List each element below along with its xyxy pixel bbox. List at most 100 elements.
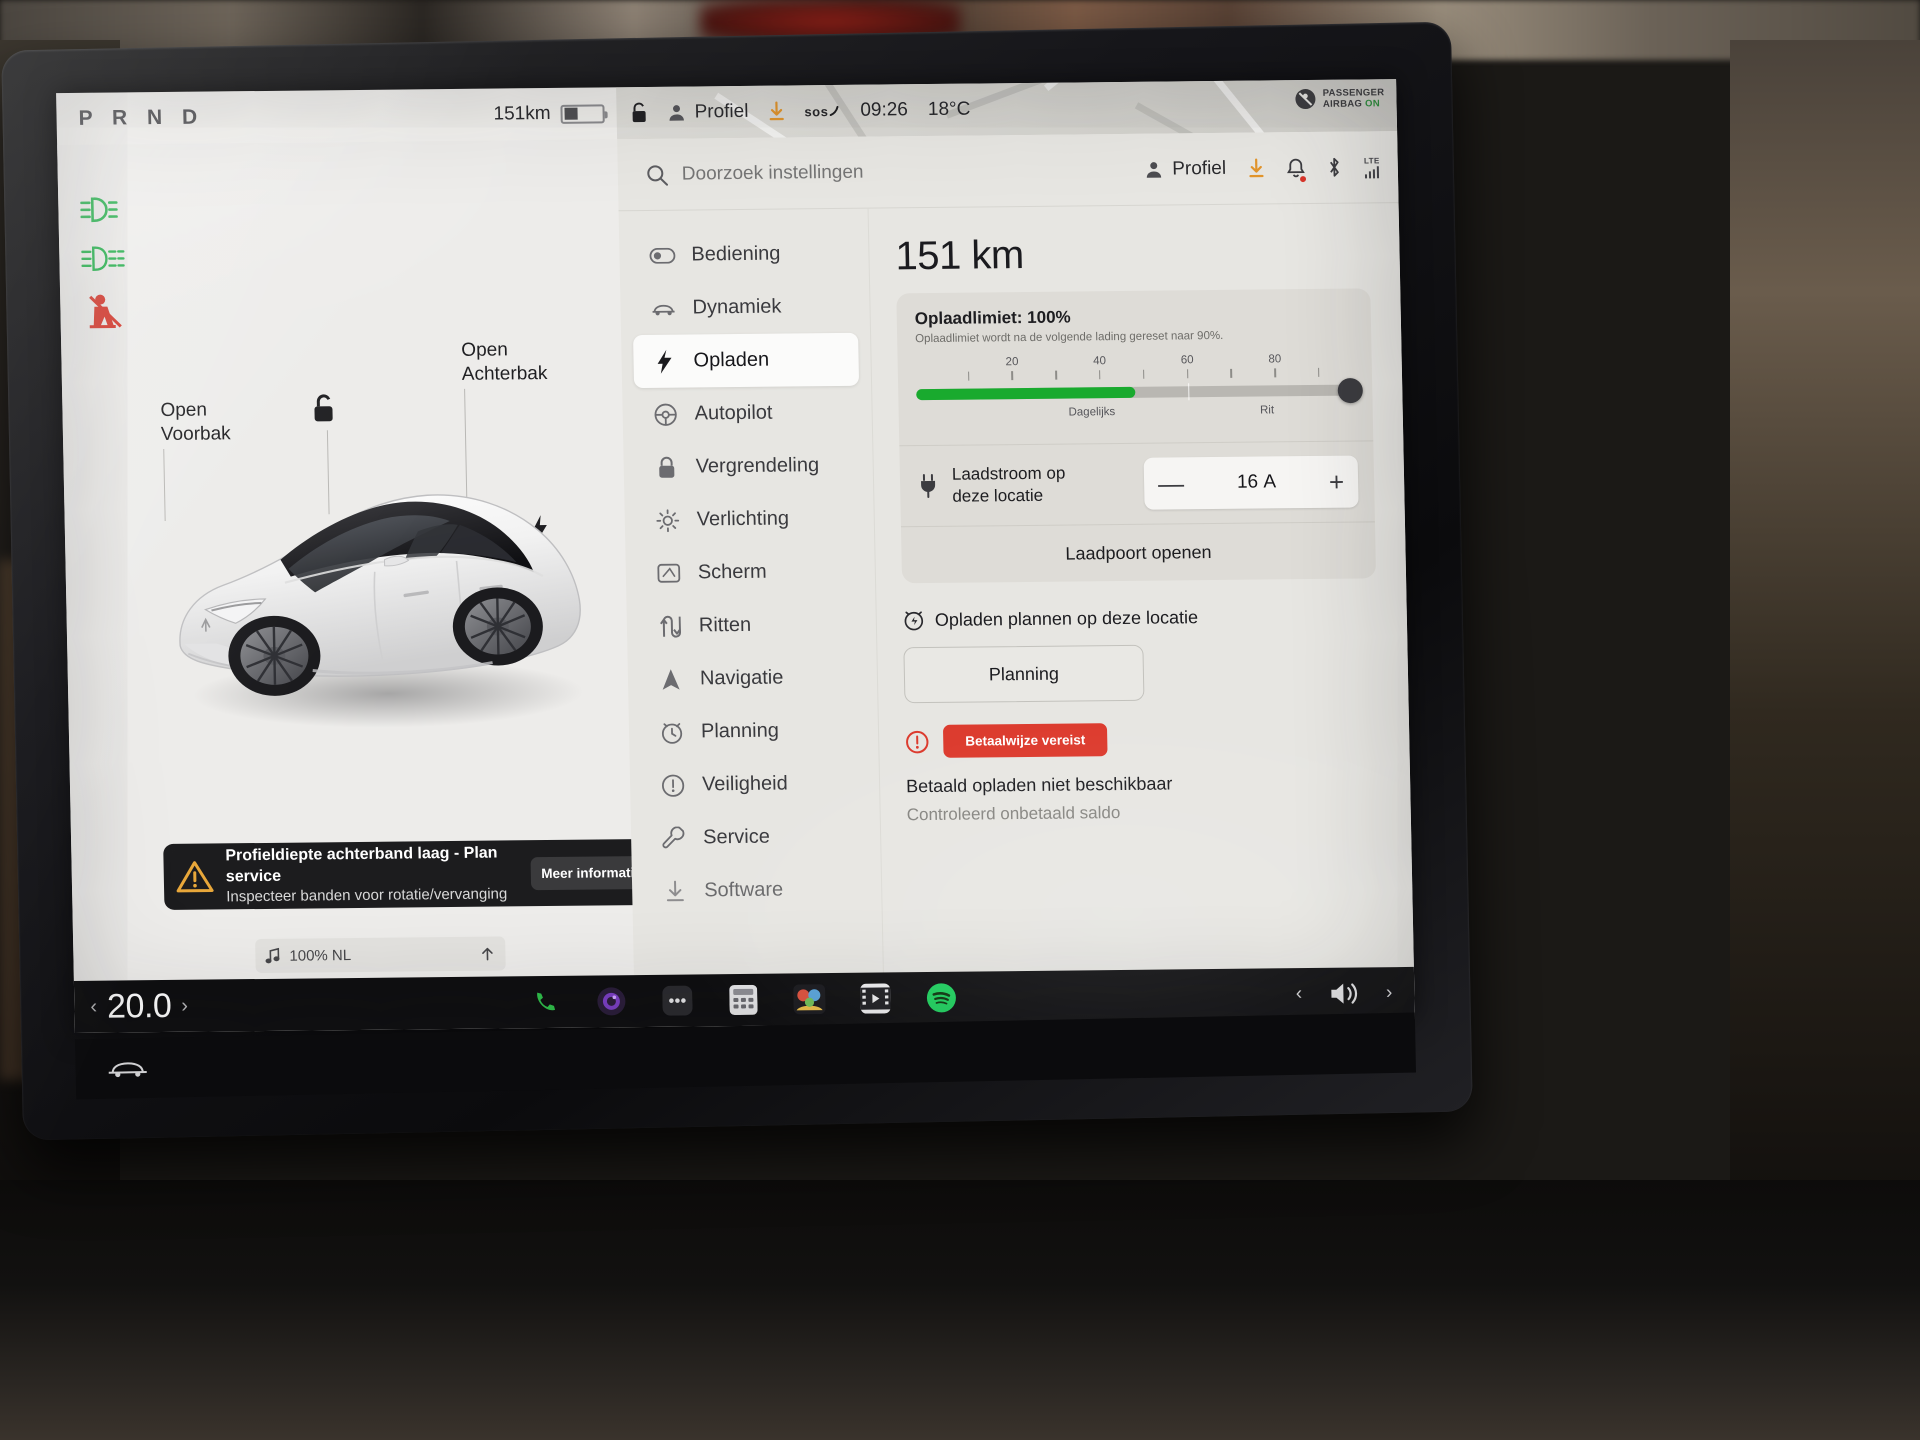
camera-app-icon[interactable]: [593, 983, 630, 1019]
steering-icon: [652, 402, 678, 426]
lock-icon[interactable]: [630, 102, 647, 124]
increase-amp-button[interactable]: +: [1329, 467, 1345, 497]
range-value: 151km: [493, 102, 551, 125]
settings-search[interactable]: [646, 158, 1132, 186]
arrow-up-icon[interactable]: [479, 946, 495, 962]
sidebar-item-navigatie[interactable]: Navigatie: [639, 651, 865, 706]
temp-decrease-button[interactable]: ‹: [90, 995, 97, 1018]
sidebar-label: Ritten: [698, 613, 752, 637]
media-player-bar[interactable]: 100% NL: [255, 936, 506, 974]
range-readout: 151km: [493, 102, 616, 125]
warning-triangle-icon: [175, 859, 214, 893]
status-bar-left: P R N D 151km: [56, 101, 616, 131]
charge-limit-slider[interactable]: 20 40 60 80 Dagelijks Rit: [916, 353, 1363, 432]
open-charge-port-button[interactable]: Laadpoort openen: [901, 522, 1376, 583]
sidebar-label: Opladen: [693, 348, 770, 372]
callout-rear-trunk-line1: Open: [461, 339, 509, 361]
sidebar-item-vergrendeling[interactable]: Vergrendeling: [635, 439, 861, 494]
callout-rear-trunk-line2: Achterbak: [461, 362, 548, 385]
search-input[interactable]: [681, 159, 983, 186]
slider-fill: [916, 386, 1136, 401]
sidebar-item-planning[interactable]: Planning: [640, 704, 866, 759]
airbag-off-icon: [1295, 89, 1316, 110]
volume-next-button[interactable]: ›: [1386, 982, 1393, 1004]
wrench-icon: [661, 826, 687, 850]
car-visualization-panel: Open Voorbak Open Achterbak Profieldiept…: [57, 139, 665, 981]
calculator-app-icon[interactable]: [725, 982, 762, 1018]
settings-profile-button[interactable]: Profiel: [1145, 157, 1226, 180]
slider-tick-label: 20: [1005, 356, 1019, 369]
charge-current-label: Laadstroom op deze locatie: [952, 462, 1131, 508]
settings-toolbar-icons: Profiel LTE: [1145, 156, 1380, 180]
payment-warning-row: Betaalwijze vereist: [905, 720, 1380, 758]
sidebar-item-ritten[interactable]: Ritten: [638, 598, 864, 653]
phone-app-icon[interactable]: [527, 984, 564, 1020]
bluetooth-icon[interactable]: [1327, 157, 1342, 178]
charge-current-label-line2: deze locatie: [952, 485, 1044, 506]
fog-light-icon: [81, 244, 128, 272]
status-bar-map-strip: Profiel sos 09:26 18°C PASSENGER AIRBAG …: [616, 79, 1398, 140]
charging-content: 151 km Oplaadlimiet: 100% Oplaadlimiet w…: [869, 203, 1414, 972]
signal-strength-icon: LTE: [1364, 156, 1380, 178]
tire-service-notification[interactable]: Profieldiepte achterband laag - Plan ser…: [163, 838, 665, 911]
amp-value: 16 A: [1236, 471, 1277, 493]
sos-button[interactable]: sos: [804, 103, 840, 119]
alarm-clock-icon: [903, 609, 925, 631]
status-profile-button[interactable]: Profiel: [667, 101, 749, 124]
cabin-temperature-value[interactable]: 20.0: [107, 986, 172, 1026]
sidebar-item-dynamiek[interactable]: Dynamiek: [632, 280, 858, 335]
charge-limit-section: Oplaadlimiet: 100% Oplaadlimiet wordt na…: [896, 288, 1373, 445]
vehicle-illustration[interactable]: [158, 409, 605, 744]
slider-tick-label: 60: [1180, 354, 1194, 367]
toggle-icon: [649, 247, 676, 264]
download-icon[interactable]: [1248, 157, 1265, 178]
dock-volume-controls: ‹ ›: [1164, 980, 1415, 1009]
sidebar-item-autopilot[interactable]: Autopilot: [634, 386, 860, 441]
bell-icon[interactable]: [1287, 158, 1306, 178]
download-icon[interactable]: [768, 101, 784, 122]
sidebar-label: Veiligheid: [701, 772, 788, 796]
sidebar-item-software[interactable]: Software: [644, 863, 870, 918]
theater-app-icon[interactable]: [791, 981, 828, 1017]
network-type-label: LTE: [1363, 155, 1380, 165]
sidebar-item-service[interactable]: Service: [643, 810, 869, 865]
notification-subtitle: Inspecteer banden voor rotatie/vervangin…: [226, 885, 508, 906]
car-icon[interactable]: [105, 1057, 149, 1080]
callout-rear-trunk[interactable]: Open Achterbak: [461, 338, 548, 387]
settings-panel: Profiel LTE: [617, 131, 1414, 976]
volume-previous-button[interactable]: ‹: [1296, 983, 1303, 1005]
sidebar-item-scherm[interactable]: Scherm: [637, 545, 863, 600]
slider-knob[interactable]: [1337, 377, 1363, 403]
slider-tick-label: 80: [1268, 353, 1282, 366]
spotify-app-icon[interactable]: [923, 980, 960, 1016]
charge-current-stepper[interactable]: — 16 A +: [1143, 455, 1359, 510]
slider-tick-label: 40: [1093, 355, 1107, 368]
sidebar-label: Planning: [700, 719, 780, 743]
lock-icon: [653, 455, 679, 479]
media-station-label: 100% NL: [289, 946, 352, 965]
payment-required-badge[interactable]: Betaalwijze vereist: [942, 723, 1108, 758]
sidebar-item-verlichting[interactable]: Verlichting: [636, 492, 862, 547]
schedule-planning-button[interactable]: Planning: [903, 644, 1145, 704]
sidebar-item-bediening[interactable]: Bediening: [631, 227, 857, 282]
sidebar-label: Verlichting: [696, 507, 790, 531]
clock-icon: [659, 720, 685, 744]
temp-increase-button[interactable]: ›: [181, 994, 188, 1017]
tesla-touchscreen: P R N D 151km Profiel sos 09:26 18°C PAS…: [56, 79, 1415, 1033]
sidebar-item-veiligheid[interactable]: Veiligheid: [642, 757, 868, 812]
sidebar-item-opladen[interactable]: Opladen: [633, 332, 860, 389]
charge-limit-title: Oplaadlimiet: 100%: [914, 307, 1071, 329]
person-icon: [1147, 161, 1162, 178]
headlight-beam-icon: [80, 194, 125, 224]
charge-limit-note: Oplaadlimiet wordt na de volgende lading…: [915, 329, 1224, 346]
more-apps-icon[interactable]: [659, 982, 696, 1018]
schedule-charging-label: Opladen plannen op deze locatie: [934, 606, 1199, 630]
display-icon: [656, 562, 682, 584]
slider-daily-label: Dagelijks: [1068, 406, 1116, 419]
slider-track[interactable]: [916, 377, 1363, 403]
notification-title: Profieldiepte achterband laag - Plan ser…: [225, 844, 498, 886]
video-app-icon[interactable]: [857, 980, 894, 1016]
sidebar-label: Navigatie: [699, 666, 784, 690]
volume-icon[interactable]: [1328, 980, 1361, 1006]
decrease-amp-button[interactable]: —: [1158, 468, 1185, 498]
